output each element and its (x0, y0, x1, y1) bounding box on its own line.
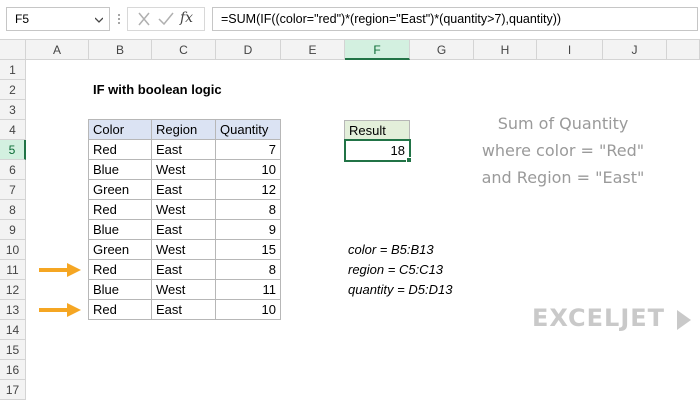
column-header-a[interactable]: A (26, 40, 89, 60)
note-line: Sum of Quantity (497, 114, 629, 133)
table-cell-quantity[interactable]: 10 (215, 159, 281, 180)
table-cell-quantity[interactable]: 12 (215, 179, 281, 200)
arrow-right-icon (39, 303, 81, 317)
column-header-j[interactable]: J (603, 40, 667, 60)
name-box[interactable]: F5 (6, 7, 110, 31)
table-cell-color[interactable]: Blue (88, 279, 152, 300)
table-cell-color[interactable]: Blue (88, 159, 152, 180)
row-header-11[interactable]: 11 (0, 260, 26, 280)
arrow-right-icon (39, 263, 81, 277)
table-cell-color[interactable]: Blue (88, 219, 152, 240)
row-header-17[interactable]: 17 (0, 380, 26, 400)
row-header-8[interactable]: 8 (0, 200, 26, 220)
table-cell-region[interactable]: West (151, 159, 216, 180)
table-cell-region[interactable]: West (151, 239, 216, 260)
column-header-g[interactable]: G (410, 40, 474, 60)
table-cell-quantity[interactable]: 9 (215, 219, 281, 240)
table-cell-region[interactable]: West (151, 279, 216, 300)
note-line: where color = "Red" (481, 141, 645, 160)
row-header-13[interactable]: 13 (0, 300, 26, 320)
named-range-color: color = B5:B13 (348, 242, 434, 257)
row-header-15[interactable]: 15 (0, 340, 26, 360)
column-header-c[interactable]: C (152, 40, 216, 60)
formula-input[interactable]: =SUM(IF((color="red")*(region="East")*(q… (212, 7, 698, 31)
table-cell-quantity[interactable]: 10 (215, 299, 281, 320)
table-cell-region[interactable]: East (151, 179, 216, 200)
table-header-quantity[interactable]: Quantity (215, 119, 281, 140)
note-line: and Region = "East" (481, 168, 645, 187)
row-header-5[interactable]: 5 (0, 140, 26, 160)
table-header-color[interactable]: Color (88, 119, 152, 140)
select-all-corner[interactable] (0, 40, 26, 60)
column-header-e[interactable]: E (281, 40, 345, 60)
exceljet-logo: EXCELJET (532, 304, 691, 334)
worksheet-grid[interactable]: A B C D E F G H I J 1 2 3 4 5 6 7 8 9 10… (0, 40, 700, 400)
formula-text: =SUM(IF((color="red")*(region="East")*(q… (221, 12, 562, 26)
column-header-k[interactable] (667, 40, 700, 60)
table-cell-region[interactable]: East (151, 299, 216, 320)
sheet-title[interactable]: IF with boolean logic (89, 80, 309, 100)
table-cell-quantity[interactable]: 8 (215, 259, 281, 280)
table-cell-region[interactable]: East (151, 219, 216, 240)
row-header-16[interactable]: 16 (0, 360, 26, 380)
row-header-1[interactable]: 1 (0, 60, 26, 80)
cancel-icon[interactable] (134, 10, 154, 28)
column-header-d[interactable]: D (216, 40, 281, 60)
table-cell-quantity[interactable]: 7 (215, 139, 281, 160)
formula-bar: F5 fx =SUM(IF((color="red")*(region="Eas… (0, 0, 700, 40)
named-range-region: region = C5:C13 (348, 262, 444, 277)
table-cell-region[interactable]: West (151, 199, 216, 220)
table-cell-color[interactable]: Green (88, 239, 152, 260)
logo-text: EXCELJET (532, 304, 666, 332)
table-cell-color[interactable]: Red (88, 299, 152, 320)
fill-handle[interactable] (406, 157, 412, 163)
row-header-10[interactable]: 10 (0, 240, 26, 260)
column-header-b[interactable]: B (89, 40, 152, 60)
logo-mark-icon (677, 310, 691, 330)
formula-buttons: fx (127, 7, 205, 31)
table-cell-region[interactable]: East (151, 139, 216, 160)
name-box-value: F5 (15, 12, 30, 26)
row-header-2[interactable]: 2 (0, 80, 26, 100)
table-cell-color[interactable]: Green (88, 179, 152, 200)
row-header-14[interactable]: 14 (0, 320, 26, 340)
table-cell-quantity[interactable]: 15 (215, 239, 281, 260)
insert-function-icon[interactable]: fx (180, 10, 200, 28)
chevron-down-icon[interactable] (95, 16, 103, 24)
column-header-f[interactable]: F (345, 40, 410, 60)
result-value[interactable]: 18 (344, 139, 411, 162)
table-cell-region[interactable]: East (151, 259, 216, 280)
named-range-quantity: quantity = D5:D13 (348, 282, 453, 297)
row-header-6[interactable]: 6 (0, 160, 26, 180)
table-cell-quantity[interactable]: 8 (215, 199, 281, 220)
enter-icon[interactable] (156, 10, 176, 28)
column-header-h[interactable]: H (474, 40, 537, 60)
row-header-12[interactable]: 12 (0, 280, 26, 300)
row-header-3[interactable]: 3 (0, 100, 26, 120)
table-cell-color[interactable]: Red (88, 259, 152, 280)
more-options-icon (116, 12, 122, 28)
row-header-7[interactable]: 7 (0, 180, 26, 200)
table-header-region[interactable]: Region (151, 119, 216, 140)
table-cell-color[interactable]: Red (88, 199, 152, 220)
result-label[interactable]: Result (344, 120, 410, 141)
table-cell-quantity[interactable]: 11 (215, 279, 281, 300)
table-cell-color[interactable]: Red (88, 139, 152, 160)
column-header-i[interactable]: I (537, 40, 603, 60)
row-header-9[interactable]: 9 (0, 220, 26, 240)
row-header-4[interactable]: 4 (0, 120, 26, 140)
